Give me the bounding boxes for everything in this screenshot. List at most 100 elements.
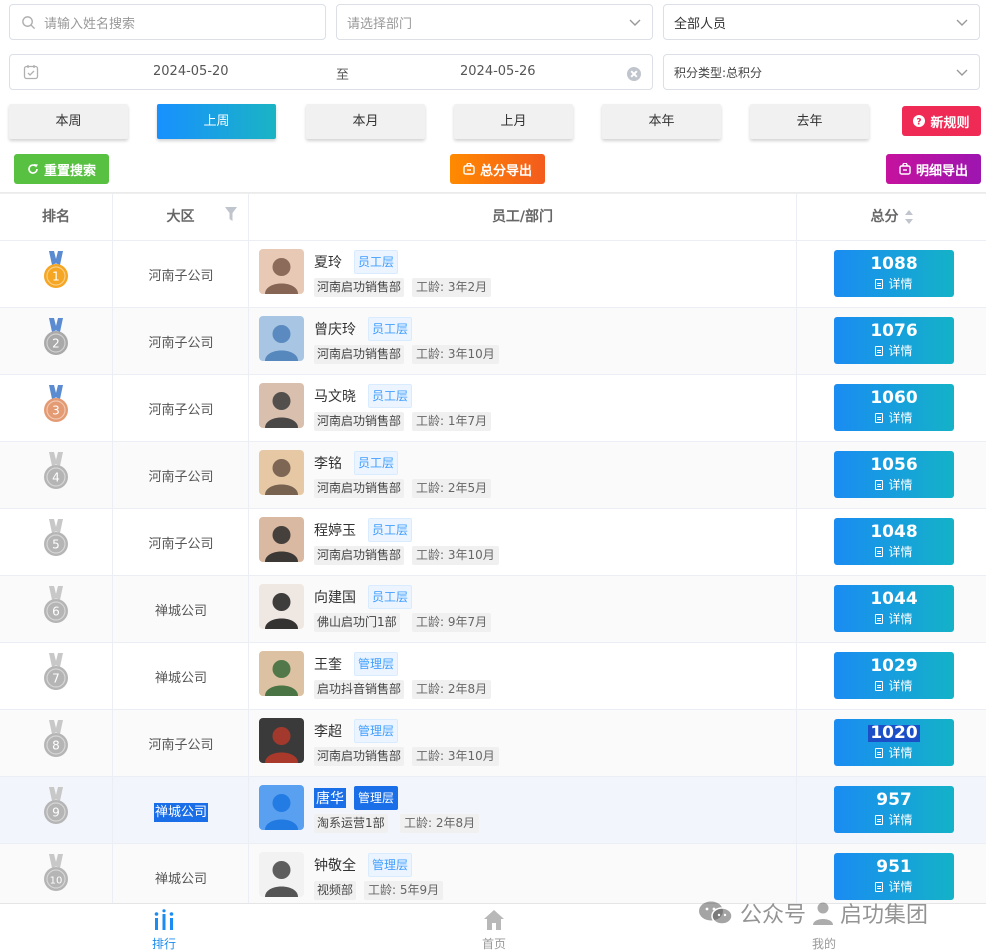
document-icon xyxy=(875,346,884,356)
level-tag: 管理层 xyxy=(354,786,399,810)
table-row[interactable]: 3 河南子公司 马文晓 员工层 河南启功销售部 工龄: 1年7月 1060 详情 xyxy=(0,375,986,442)
total-export-button[interactable]: 总分导出 xyxy=(450,154,545,184)
medal-icon: 4 xyxy=(44,452,68,489)
name-search-input[interactable]: 请输入姓名搜索 xyxy=(9,4,326,40)
medal-icon: 2 xyxy=(44,318,68,355)
score-detail-button[interactable]: 1076 详情 xyxy=(834,317,954,364)
rank-cell: 2 xyxy=(0,308,112,375)
document-icon xyxy=(875,748,884,758)
period-last-year-button[interactable]: 去年 xyxy=(750,104,869,139)
total-score: 1056 xyxy=(870,455,918,475)
period-this-month-button[interactable]: 本月 xyxy=(306,104,425,139)
department-tag: 河南启功销售部 xyxy=(314,345,405,364)
employee-cell: 李铭 员工层 河南启功销售部 工龄: 2年5月 xyxy=(248,442,796,509)
department-tag: 视频部 xyxy=(314,881,357,900)
watermark: 公众号 启功集团 xyxy=(698,896,928,930)
region-name: 河南子公司 xyxy=(148,470,214,485)
nav-mine-label: 我的 xyxy=(811,937,836,951)
tenure-tag: 工龄: 2年8月 xyxy=(400,814,480,833)
score-cell: 1048 详情 xyxy=(796,509,986,576)
score-detail-button[interactable]: 1056 详情 xyxy=(834,451,954,498)
detail-label: 详情 xyxy=(888,478,913,492)
score-detail-button[interactable]: 1020 详情 xyxy=(834,719,954,766)
score-column-header[interactable]: 总分 xyxy=(796,194,986,241)
score-cell: 1088 详情 xyxy=(796,241,986,308)
clear-icon[interactable] xyxy=(627,67,641,81)
table-row[interactable]: 9 禅城公司 唐华 管理层 淘系运营1部 工龄: 2年8月 957 详情 xyxy=(0,777,986,844)
rank-cell: 7 xyxy=(0,643,112,710)
region-cell: 禅城公司 xyxy=(112,643,248,710)
reset-search-label: 重置搜索 xyxy=(43,163,96,179)
employee-name: 马文晓 xyxy=(314,389,356,405)
score-header-label: 总分 xyxy=(870,209,899,225)
total-score: 1048 xyxy=(870,522,918,542)
export-icon xyxy=(463,163,475,175)
score-type-select[interactable]: 积分类型:总积分 xyxy=(663,54,980,90)
score-detail-button[interactable]: 957 详情 xyxy=(834,786,954,833)
table-row[interactable]: 7 禅城公司 王奎 管理层 启功抖音销售部 工龄: 2年8月 1029 详情 xyxy=(0,643,986,710)
date-end[interactable]: 2024-05-26 xyxy=(460,64,536,79)
reset-search-button[interactable]: 重置搜索 xyxy=(14,154,109,184)
score-detail-button[interactable]: 1048 详情 xyxy=(834,518,954,565)
medal-rank-text: 3 xyxy=(52,404,60,418)
medal-icon: 9 xyxy=(44,787,68,824)
region-column-header[interactable]: 大区 xyxy=(112,194,248,241)
employee-column-header: 员工/部门 xyxy=(248,194,796,241)
region-name: 河南子公司 xyxy=(148,537,214,552)
table-row[interactable]: 4 河南子公司 李铭 员工层 河南启功销售部 工龄: 2年5月 1056 详情 xyxy=(0,442,986,509)
watermark-text-2: 启功集团 xyxy=(840,903,929,928)
chevron-down-icon xyxy=(956,19,968,26)
people-select[interactable]: 全部人员 xyxy=(663,4,980,40)
table-row[interactable]: 8 河南子公司 李超 管理层 河南启功销售部 工龄: 3年10月 1020 详情 xyxy=(0,710,986,777)
people-value: 全部人员 xyxy=(674,16,727,32)
score-detail-button[interactable]: 1060 详情 xyxy=(834,384,954,431)
detail-label: 详情 xyxy=(888,746,913,760)
sort-icon[interactable] xyxy=(904,210,913,224)
region-name: 禅城公司 xyxy=(154,671,207,686)
table-row[interactable]: 5 河南子公司 程婷玉 员工层 河南启功销售部 工龄: 3年10月 1048 详 xyxy=(0,509,986,576)
tenure-tag: 工龄: 3年10月 xyxy=(412,546,499,565)
region-name: 河南子公司 xyxy=(148,336,214,351)
filter-icon[interactable] xyxy=(225,206,237,222)
department-select[interactable]: 请选择部门 xyxy=(336,4,653,40)
medal-rank-text: 4 xyxy=(52,471,60,485)
period-this-week-button[interactable]: 本周 xyxy=(9,104,128,139)
employee-name: 王奎 xyxy=(314,657,342,673)
level-tag: 管理层 xyxy=(354,652,399,676)
period-last-month-button[interactable]: 上月 xyxy=(454,104,573,139)
table-row[interactable]: 2 河南子公司 曾庆玲 员工层 河南启功销售部 工龄: 3年10月 1076 详 xyxy=(0,308,986,375)
filter-panel: 请输入姓名搜索 请选择部门 全部人员 2024-05-20 至 2024-05-… xyxy=(0,0,986,194)
level-tag: 员工层 xyxy=(354,250,399,274)
detail-label: 详情 xyxy=(888,545,913,559)
ranking-icon xyxy=(154,909,174,930)
region-name: 禅城公司 xyxy=(154,604,207,619)
employee-cell: 向建国 员工层 佛山启功门1部 工龄: 9年7月 xyxy=(248,576,796,643)
score-detail-button[interactable]: 1088 详情 xyxy=(834,250,954,297)
score-detail-button[interactable]: 1044 详情 xyxy=(834,585,954,632)
detail-export-button[interactable]: 明细导出 xyxy=(886,154,981,184)
table-row[interactable]: 6 禅城公司 向建国 员工层 佛山启功门1部 工龄: 9年7月 1044 详情 xyxy=(0,576,986,643)
calendar-icon xyxy=(23,65,39,80)
score-type-value: 积分类型:总积分 xyxy=(674,65,763,80)
medal-rank-text: 9 xyxy=(52,806,60,820)
date-range-picker[interactable]: 2024-05-20 至 2024-05-26 xyxy=(9,54,653,90)
period-this-year-button[interactable]: 本年 xyxy=(602,104,721,139)
rank-cell: 4 xyxy=(0,442,112,509)
avatar xyxy=(259,718,304,763)
document-icon xyxy=(875,815,884,825)
employee-cell: 程婷玉 员工层 河南启功销售部 工龄: 3年10月 xyxy=(248,509,796,576)
date-start[interactable]: 2024-05-20 xyxy=(153,64,229,79)
medal-icon: 7 xyxy=(44,653,68,690)
new-rule-button[interactable]: ? 新规则 xyxy=(902,106,981,136)
avatar xyxy=(259,249,304,294)
detail-label: 详情 xyxy=(888,612,913,626)
nav-rank-label: 排行 xyxy=(151,937,176,951)
table-row[interactable]: 1 河南子公司 夏玲 员工层 河南启功销售部 工龄: 3年2月 1088 详情 xyxy=(0,241,986,308)
score-detail-button[interactable]: 951 详情 xyxy=(834,853,954,900)
total-score: 1076 xyxy=(870,321,918,341)
nav-home[interactable]: 首页 xyxy=(434,904,554,951)
score-detail-button[interactable]: 1029 详情 xyxy=(834,652,954,699)
nav-rank[interactable]: 排行 xyxy=(104,904,224,951)
total-score: 951 xyxy=(876,857,912,877)
period-last-week-button[interactable]: 上周 xyxy=(157,104,276,139)
